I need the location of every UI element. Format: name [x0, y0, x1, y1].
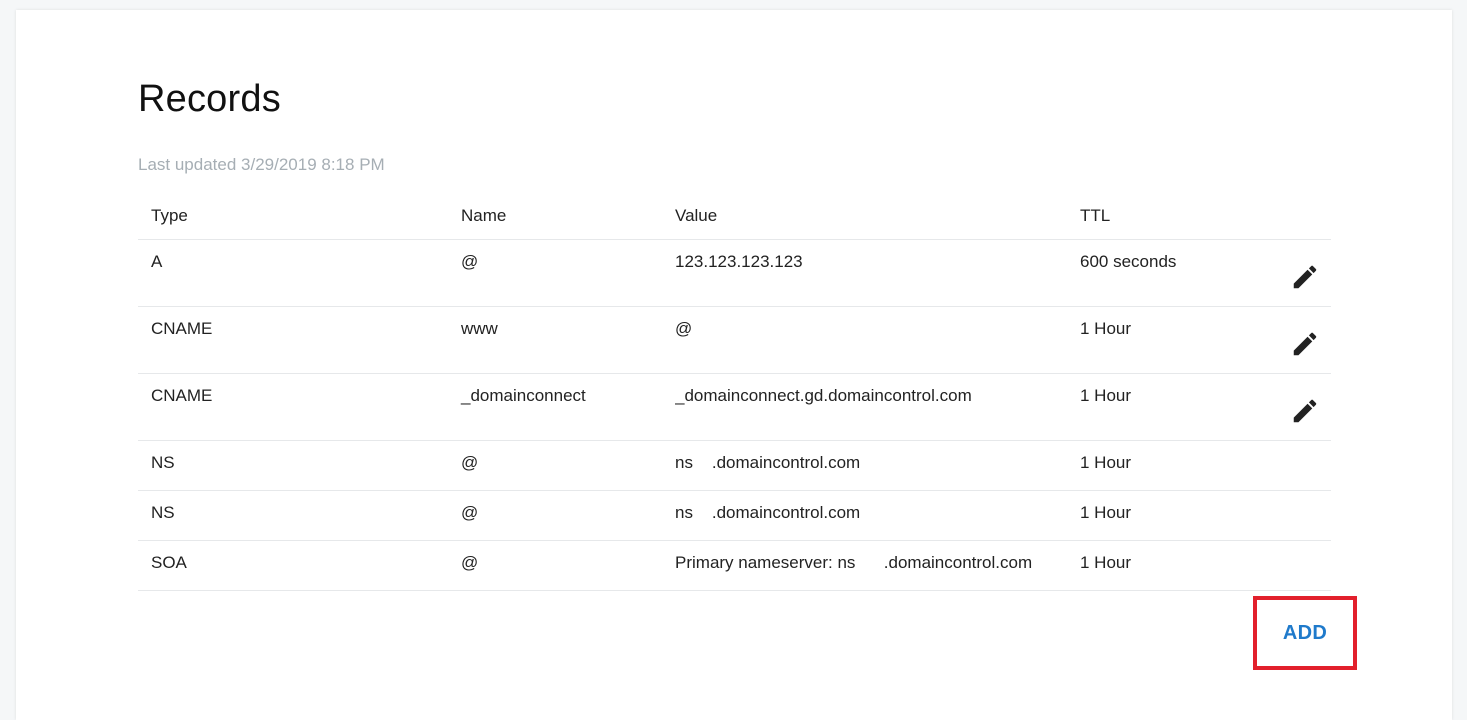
record-ttl: 1 Hour [1080, 553, 1132, 572]
pencil-icon [1293, 399, 1317, 423]
edit-record-button[interactable] [1288, 327, 1322, 361]
record-name: @ [461, 553, 479, 572]
record-name: @ [461, 503, 479, 522]
table-row: CNAME www @ 1 Hour [138, 307, 1331, 374]
page-title: Records [138, 78, 281, 120]
records-card: Records Last updated 3/29/2019 8:18 PM T… [16, 10, 1452, 720]
table-row: A @ 123.123.123.123 600 seconds [138, 240, 1331, 307]
column-header-name: Name [461, 206, 507, 225]
edit-record-button[interactable] [1288, 394, 1322, 428]
pencil-icon [1293, 332, 1317, 356]
record-type: CNAME [151, 386, 213, 405]
record-type: CNAME [151, 319, 213, 338]
table-row: CNAME _domainconnect _domainconnect.gd.d… [138, 374, 1331, 441]
record-name: @ [461, 252, 479, 271]
table-row: SOA @ Primary nameserver: ns .domaincont… [138, 541, 1331, 591]
record-value: _domainconnect.gd.domaincontrol.com [675, 386, 972, 405]
table-header-row: Type Name Value TTL [138, 202, 1331, 240]
last-updated-text: Last updated 3/29/2019 8:18 PM [138, 155, 385, 174]
column-header-type: Type [151, 206, 188, 225]
add-record-button[interactable]: ADD [1283, 622, 1327, 645]
record-name: @ [461, 453, 479, 472]
record-ttl: 1 Hour [1080, 453, 1132, 472]
record-name: _domainconnect [461, 386, 586, 405]
add-button-highlight: ADD [1253, 596, 1357, 670]
record-value: @ [675, 319, 693, 338]
record-name: www [461, 319, 498, 338]
record-type: NS [151, 453, 175, 472]
record-value: 123.123.123.123 [675, 252, 803, 271]
column-header-ttl: TTL [1080, 206, 1111, 225]
record-value: ns .domaincontrol.com [675, 453, 861, 472]
record-ttl: 1 Hour [1080, 386, 1132, 405]
record-value: ns .domaincontrol.com [675, 503, 861, 522]
column-header-value: Value [675, 206, 718, 225]
table-row: NS @ ns .domaincontrol.com 1 Hour [138, 491, 1331, 541]
dns-records-table: Type Name Value TTL A @ 123.123.123.123 … [138, 202, 1331, 591]
pencil-icon [1293, 265, 1317, 289]
record-value: Primary nameserver: ns .domaincontrol.co… [675, 553, 1033, 572]
record-type: SOA [151, 553, 187, 572]
edit-record-button[interactable] [1288, 260, 1322, 294]
record-type: A [151, 252, 163, 271]
record-ttl: 1 Hour [1080, 503, 1132, 522]
record-ttl: 600 seconds [1080, 252, 1177, 271]
record-type: NS [151, 503, 175, 522]
table-row: NS @ ns .domaincontrol.com 1 Hour [138, 441, 1331, 491]
record-ttl: 1 Hour [1080, 319, 1132, 338]
